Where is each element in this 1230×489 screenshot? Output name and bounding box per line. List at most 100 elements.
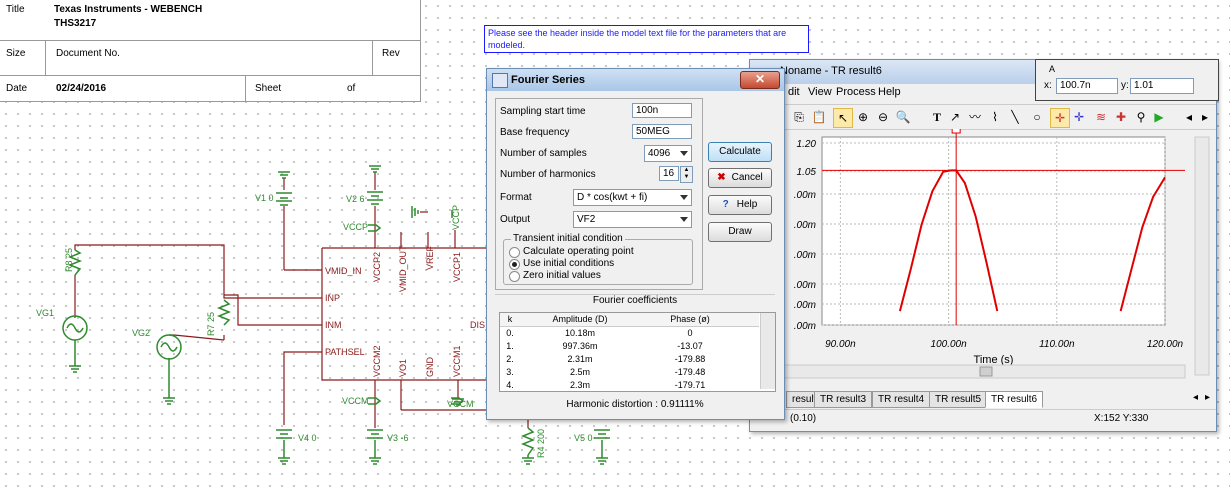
chevron-down-icon <box>680 151 688 156</box>
copy-icon[interactable]: ⎘ <box>790 108 808 126</box>
toolbar-scroll-right-icon[interactable]: ▸ <box>1196 108 1214 126</box>
pin-vref: VREF <box>425 245 435 270</box>
amp-pins: VMID_IN INP INM PATHSEL VCCP2 VMID_OUT V… <box>325 245 485 377</box>
x-axis-label: Time (s) <box>974 354 1014 366</box>
help-button[interactable]: ? Help <box>708 195 772 215</box>
radio-use-initial[interactable] <box>509 259 520 270</box>
zoom-out-icon[interactable]: ⊖ <box>874 108 892 126</box>
result-window-title: Noname - TR result6 <box>780 65 882 77</box>
chevron-down-icon <box>680 217 688 222</box>
y-value-field[interactable]: 1.01 <box>1130 78 1194 94</box>
pin-vo1: VO1 <box>398 359 408 377</box>
scrollbar-thumb <box>979 366 993 377</box>
waveform-plot[interactable]: 90.00n 100.00n 110.00n 120.00n 1.20 1.05 .00m.… <box>750 129 1216 391</box>
cursor-b-icon[interactable]: ✛ <box>1070 108 1088 126</box>
harmonics-input[interactable]: 16 <box>659 166 679 181</box>
harmonics-stepper[interactable]: ▲ ▼ <box>680 166 693 183</box>
format-label: Format <box>500 192 532 203</box>
menu-process[interactable]: Process <box>836 86 876 98</box>
r7-label: R7 25 <box>206 312 216 336</box>
tab-scroll-right-icon[interactable]: ▸ <box>1205 392 1210 403</box>
output-select[interactable]: VF2 <box>573 211 692 228</box>
y-tick-label: .00m <box>794 250 816 261</box>
menu-help[interactable]: Help <box>878 86 901 98</box>
y-tick-label: 1.05 <box>797 167 817 178</box>
col-phase: Phase (ø) <box>670 314 710 324</box>
dialog-title-bar[interactable]: Fourier Series ✕ <box>487 69 784 91</box>
tab-result6[interactable]: TR result6 <box>985 391 1044 408</box>
table-row: 2. 2.31m -179.88 <box>506 354 706 364</box>
marker-add-icon[interactable]: ✚ <box>1112 108 1130 126</box>
y-tick-label: .00m <box>794 220 816 231</box>
draw-button[interactable]: Draw <box>708 222 772 242</box>
base-frequency-label: Base frequency <box>500 127 570 138</box>
format-select[interactable]: D * cos(kwt + fi) <box>573 189 692 206</box>
vccm-tag-a: VCCM <box>342 396 369 406</box>
probe-icon[interactable]: ⚲ <box>1132 108 1150 126</box>
zoom-100-icon[interactable]: 🔍 <box>894 108 912 126</box>
pointer-icon[interactable]: ↖ <box>833 108 853 128</box>
radio-calc-op-label: Calculate operating point <box>523 246 634 257</box>
x-label: x: <box>1044 80 1052 91</box>
line-tool-icon[interactable]: ╲ <box>1006 108 1024 126</box>
pin-gnd: GND <box>425 357 435 378</box>
samples-select[interactable]: 4096 <box>644 145 692 162</box>
circle-tool-icon[interactable]: ○ <box>1028 108 1046 126</box>
arrow-tool-icon[interactable]: ↗ <box>946 108 964 126</box>
text-icon[interactable]: T <box>928 108 946 126</box>
x-value-field[interactable]: 100.7n <box>1056 78 1118 94</box>
tab-result5[interactable]: TR result5 <box>929 391 988 408</box>
wave-icon[interactable]: ≋ <box>1092 108 1110 126</box>
pin-dis: DIS <box>470 320 485 330</box>
pin-pathsel: PATHSEL <box>325 347 365 357</box>
paste-icon[interactable]: 📋 <box>810 108 828 126</box>
cancel-x-icon: ✖ <box>717 172 726 183</box>
pin-vccm2: VCCM2 <box>372 345 382 377</box>
step-tool-icon[interactable]: ⌇ <box>986 108 1004 126</box>
result-toolbar: ⎘ 📋 ↖ ⊕ ⊖ 🔍 T ↗ 〰 ⌇ ╲ ○ ✛ ✛ ≋ ✚ ⚲ ▶ ◂ ▸ <box>750 104 1216 130</box>
result-tabs: result2 TR result3 TR result4 TR result5… <box>786 391 1216 408</box>
vg1-label: VG1 <box>36 308 54 318</box>
v4-label: V4 0 <box>298 433 317 443</box>
r8-label: R8 25 <box>64 248 74 272</box>
y-tick-label: .00m <box>794 321 816 332</box>
calculate-button[interactable]: Calculate <box>708 142 772 162</box>
pin-vccm1: VCCM1 <box>452 345 462 377</box>
pin-vmid-out: VMID_OUT <box>398 245 408 292</box>
y-tick-label: .00m <box>794 300 816 311</box>
tab-result3[interactable]: TR result3 <box>814 391 873 408</box>
tab-result4[interactable]: TR result4 <box>872 391 931 408</box>
x-tick-label: 100.00n <box>931 339 968 350</box>
table-row: 0. 10.18m 0 <box>506 328 693 338</box>
curve-tool-icon[interactable]: 〰 <box>966 108 984 126</box>
tab-scroll-left-icon[interactable]: ◂ <box>1193 392 1198 403</box>
coefficients-title: Fourier coefficients <box>495 294 775 311</box>
run-icon[interactable]: ▶ <box>1150 108 1168 126</box>
cursor-a-icon[interactable]: ✛ <box>1050 108 1070 128</box>
x-tick-label: 120.00n <box>1147 339 1184 350</box>
status-bar: (0.10) X:152 Y:330 <box>750 409 1216 430</box>
radio-zero-initial-label: Zero initial values <box>523 270 601 281</box>
v2-label: V2 6 <box>346 194 365 204</box>
radio-calc-op[interactable] <box>509 247 520 258</box>
v5-label: V5 0 <box>574 433 593 443</box>
zoom-in-icon[interactable]: ⊕ <box>854 108 872 126</box>
transient-group-label: Transient initial condition <box>511 233 625 244</box>
sampling-start-input[interactable]: 100n <box>632 103 692 118</box>
tr-result-window[interactable]: Noname - TR result6 dit View Process Hel… <box>749 59 1217 432</box>
samples-label: Number of samples <box>500 148 587 159</box>
table-scrollbar[interactable] <box>760 313 775 389</box>
menu-view[interactable]: View <box>808 86 832 98</box>
coefficients-table[interactable]: k Amplitude (D) Phase (ø) 0. 10.18m 0 1. 99… <box>499 312 776 392</box>
pin-inm: INM <box>325 320 342 330</box>
dialog-title: Fourier Series <box>511 74 585 86</box>
base-frequency-input[interactable]: 50MEG <box>632 124 692 139</box>
table-row: 1. 997.36m -13.07 <box>506 341 703 351</box>
vccm-tag-b: VCCM <box>447 399 474 409</box>
menu-edit[interactable]: dit <box>788 86 800 98</box>
radio-use-initial-label: Use initial conditions <box>523 258 615 269</box>
close-button[interactable]: ✕ <box>740 71 780 89</box>
table-row: 3. 2.5m -179.48 <box>506 367 706 377</box>
cancel-button[interactable]: ✖ Cancel <box>708 168 772 188</box>
radio-zero-initial[interactable] <box>509 271 520 282</box>
